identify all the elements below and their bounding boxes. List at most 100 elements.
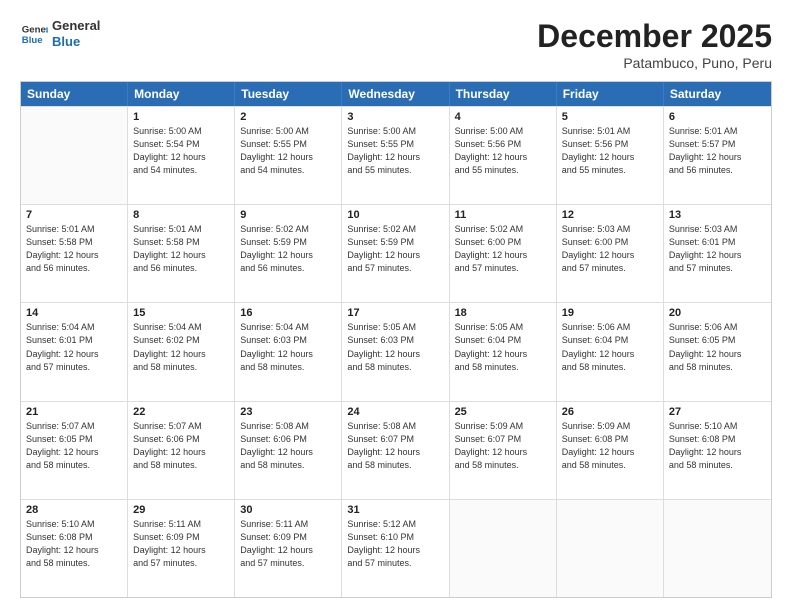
header: General Blue General Blue December 2025 … xyxy=(20,18,772,71)
month-title: December 2025 xyxy=(537,18,772,55)
day-info: Sunrise: 5:02 AM Sunset: 5:59 PM Dayligh… xyxy=(347,223,443,275)
calendar-day-3: 3Sunrise: 5:00 AM Sunset: 5:55 PM Daylig… xyxy=(342,107,449,204)
day-number: 14 xyxy=(26,307,122,319)
day-info: Sunrise: 5:12 AM Sunset: 6:10 PM Dayligh… xyxy=(347,518,443,570)
svg-text:General: General xyxy=(22,24,48,35)
day-info: Sunrise: 5:07 AM Sunset: 6:06 PM Dayligh… xyxy=(133,420,229,472)
day-info: Sunrise: 5:04 AM Sunset: 6:02 PM Dayligh… xyxy=(133,321,229,373)
calendar-day-7: 7Sunrise: 5:01 AM Sunset: 5:58 PM Daylig… xyxy=(21,205,128,302)
day-number: 2 xyxy=(240,111,336,123)
day-number: 9 xyxy=(240,209,336,221)
day-number: 19 xyxy=(562,307,658,319)
calendar-day-29: 29 Sunrise: 5:11 AM Sunset: 6:09 PM Dayli… xyxy=(128,500,235,597)
logo: General Blue General Blue xyxy=(20,18,100,49)
day-info: Sunrise: 5:10 AM Sunset: 6:08 PM Dayligh… xyxy=(669,420,766,472)
day-info: Sunrise: 5:07 AM Sunset: 6:05 PM Dayligh… xyxy=(26,420,122,472)
calendar-day-2: 2 Sunrise: 5:00 AM Sunset: 5:55 PM Daylig… xyxy=(235,107,342,204)
calendar-day-13: 13 Sunrise: 5:03 AM Sunset: 6:01 PM Dayli… xyxy=(664,205,771,302)
day-info: Sunrise: 5:01 AM Sunset: 5:58 PM Dayligh… xyxy=(26,223,122,275)
page: General Blue General Blue December 2025 … xyxy=(0,0,792,612)
day-info: Sunrise: 5:06 AM Sunset: 6:05 PM Dayligh… xyxy=(669,321,766,373)
location-subtitle: Patambuco, Puno, Peru xyxy=(537,55,772,71)
day-number: 16 xyxy=(240,307,336,319)
calendar-day-30: 30 Sunrise: 5:11 AM Sunset: 6:09 PM Dayli… xyxy=(235,500,342,597)
calendar-day-27: 27Sunrise: 5:10 AM Sunset: 6:08 PM Dayli… xyxy=(664,402,771,499)
calendar-day-empty xyxy=(21,107,128,204)
day-number: 22 xyxy=(133,406,229,418)
calendar-day-18: 18 Sunrise: 5:05 AM Sunset: 6:04 PM Dayli… xyxy=(450,303,557,400)
title-block: December 2025 Patambuco, Puno, Peru xyxy=(537,18,772,71)
calendar-day-12: 12 Sunrise: 5:03 AM Sunset: 6:00 PM Dayli… xyxy=(557,205,664,302)
calendar: SundayMondayTuesdayWednesdayThursdayFrid… xyxy=(20,81,772,598)
day-number: 30 xyxy=(240,504,336,516)
calendar-day-25: 25Sunrise: 5:09 AM Sunset: 6:07 PM Dayli… xyxy=(450,402,557,499)
day-info: Sunrise: 5:01 AM Sunset: 5:56 PM Dayligh… xyxy=(562,125,658,177)
day-info: Sunrise: 5:01 AM Sunset: 5:57 PM Dayligh… xyxy=(669,125,766,177)
day-info: Sunrise: 5:03 AM Sunset: 6:01 PM Dayligh… xyxy=(669,223,766,275)
day-number: 12 xyxy=(562,209,658,221)
calendar-day-empty xyxy=(450,500,557,597)
day-number: 24 xyxy=(347,406,443,418)
calendar-week-1: 1 Sunrise: 5:00 AM Sunset: 5:54 PM Daylig… xyxy=(21,106,771,204)
day-info: Sunrise: 5:04 AM Sunset: 6:03 PM Dayligh… xyxy=(240,321,336,373)
logo-line1: General xyxy=(52,18,100,34)
calendar-day-31: 31Sunrise: 5:12 AM Sunset: 6:10 PM Dayli… xyxy=(342,500,449,597)
day-number: 5 xyxy=(562,111,658,123)
day-number: 29 xyxy=(133,504,229,516)
calendar-day-20: 20Sunrise: 5:06 AM Sunset: 6:05 PM Dayli… xyxy=(664,303,771,400)
calendar-day-8: 8 Sunrise: 5:01 AM Sunset: 5:58 PM Daylig… xyxy=(128,205,235,302)
header-day-thursday: Thursday xyxy=(450,82,557,106)
day-number: 6 xyxy=(669,111,766,123)
day-info: Sunrise: 5:01 AM Sunset: 5:58 PM Dayligh… xyxy=(133,223,229,275)
day-info: Sunrise: 5:09 AM Sunset: 6:08 PM Dayligh… xyxy=(562,420,658,472)
header-day-sunday: Sunday xyxy=(21,82,128,106)
calendar-day-1: 1 Sunrise: 5:00 AM Sunset: 5:54 PM Daylig… xyxy=(128,107,235,204)
day-info: Sunrise: 5:10 AM Sunset: 6:08 PM Dayligh… xyxy=(26,518,122,570)
day-info: Sunrise: 5:11 AM Sunset: 6:09 PM Dayligh… xyxy=(133,518,229,570)
day-info: Sunrise: 5:03 AM Sunset: 6:00 PM Dayligh… xyxy=(562,223,658,275)
day-info: Sunrise: 5:05 AM Sunset: 6:04 PM Dayligh… xyxy=(455,321,551,373)
day-info: Sunrise: 5:00 AM Sunset: 5:54 PM Dayligh… xyxy=(133,125,229,177)
day-number: 28 xyxy=(26,504,122,516)
day-number: 10 xyxy=(347,209,443,221)
calendar-day-15: 15 Sunrise: 5:04 AM Sunset: 6:02 PM Dayli… xyxy=(128,303,235,400)
day-info: Sunrise: 5:02 AM Sunset: 5:59 PM Dayligh… xyxy=(240,223,336,275)
day-info: Sunrise: 5:02 AM Sunset: 6:00 PM Dayligh… xyxy=(455,223,551,275)
header-day-friday: Friday xyxy=(557,82,664,106)
header-day-tuesday: Tuesday xyxy=(235,82,342,106)
calendar-body: 1 Sunrise: 5:00 AM Sunset: 5:54 PM Daylig… xyxy=(21,106,771,597)
calendar-day-16: 16 Sunrise: 5:04 AM Sunset: 6:03 PM Dayli… xyxy=(235,303,342,400)
day-info: Sunrise: 5:04 AM Sunset: 6:01 PM Dayligh… xyxy=(26,321,122,373)
day-number: 8 xyxy=(133,209,229,221)
logo-line2: Blue xyxy=(52,34,100,50)
calendar-day-21: 21 Sunrise: 5:07 AM Sunset: 6:05 PM Dayli… xyxy=(21,402,128,499)
calendar-day-9: 9 Sunrise: 5:02 AM Sunset: 5:59 PM Daylig… xyxy=(235,205,342,302)
day-info: Sunrise: 5:11 AM Sunset: 6:09 PM Dayligh… xyxy=(240,518,336,570)
day-number: 3 xyxy=(347,111,443,123)
day-number: 13 xyxy=(669,209,766,221)
calendar-day-19: 19 Sunrise: 5:06 AM Sunset: 6:04 PM Dayli… xyxy=(557,303,664,400)
day-number: 18 xyxy=(455,307,551,319)
calendar-week-4: 21 Sunrise: 5:07 AM Sunset: 6:05 PM Dayli… xyxy=(21,401,771,499)
day-info: Sunrise: 5:05 AM Sunset: 6:03 PM Dayligh… xyxy=(347,321,443,373)
calendar-day-26: 26 Sunrise: 5:09 AM Sunset: 6:08 PM Dayli… xyxy=(557,402,664,499)
day-number: 11 xyxy=(455,209,551,221)
day-number: 21 xyxy=(26,406,122,418)
calendar-day-14: 14 Sunrise: 5:04 AM Sunset: 6:01 PM Dayli… xyxy=(21,303,128,400)
day-number: 4 xyxy=(455,111,551,123)
day-info: Sunrise: 5:00 AM Sunset: 5:55 PM Dayligh… xyxy=(240,125,336,177)
calendar-week-3: 14 Sunrise: 5:04 AM Sunset: 6:01 PM Dayli… xyxy=(21,302,771,400)
day-info: Sunrise: 5:08 AM Sunset: 6:06 PM Dayligh… xyxy=(240,420,336,472)
calendar-day-4: 4Sunrise: 5:00 AM Sunset: 5:56 PM Daylig… xyxy=(450,107,557,204)
calendar-day-28: 28 Sunrise: 5:10 AM Sunset: 6:08 PM Dayli… xyxy=(21,500,128,597)
day-info: Sunrise: 5:06 AM Sunset: 6:04 PM Dayligh… xyxy=(562,321,658,373)
day-number: 26 xyxy=(562,406,658,418)
header-day-saturday: Saturday xyxy=(664,82,771,106)
day-number: 23 xyxy=(240,406,336,418)
day-number: 1 xyxy=(133,111,229,123)
day-number: 17 xyxy=(347,307,443,319)
calendar-day-17: 17 Sunrise: 5:05 AM Sunset: 6:03 PM Dayli… xyxy=(342,303,449,400)
day-number: 15 xyxy=(133,307,229,319)
calendar-week-2: 7Sunrise: 5:01 AM Sunset: 5:58 PM Daylig… xyxy=(21,204,771,302)
calendar-day-5: 5 Sunrise: 5:01 AM Sunset: 5:56 PM Daylig… xyxy=(557,107,664,204)
